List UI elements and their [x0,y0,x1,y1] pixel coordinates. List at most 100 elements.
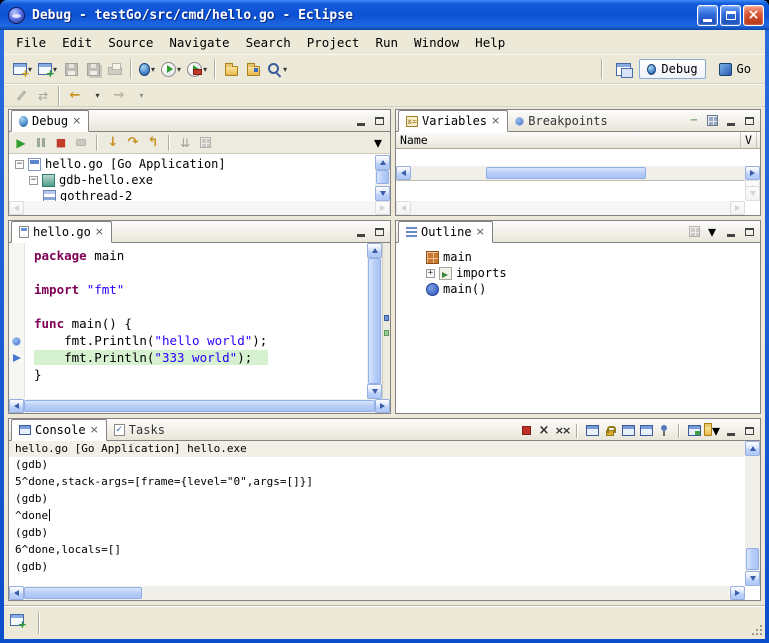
overview-ruler[interactable] [382,243,390,399]
print-button[interactable] [104,57,126,81]
tree-row[interactable]: +imports [422,265,759,281]
drop-to-frame-button[interactable]: ⇊ [176,135,194,150]
link-with-editor-button[interactable]: ⇄ [32,84,54,108]
show-console-stderr-button[interactable] [638,423,654,438]
menu-navigate[interactable]: Navigate [161,32,237,53]
ruler-line[interactable] [9,316,24,333]
search-button[interactable]: ▾ [264,57,290,81]
ruler-line[interactable] [9,350,24,367]
ruler-line[interactable] [9,282,24,299]
ruler-line[interactable] [9,248,24,265]
tab-console[interactable]: Console × [11,419,107,441]
window-close-button[interactable]: × [743,5,764,26]
maximize-view-button[interactable] [371,113,388,128]
code-line[interactable]: fmt.Println("333 world"); [34,350,367,367]
tree-row[interactable]: gothread-2 [11,188,374,201]
code-line[interactable] [34,265,367,282]
menu-file[interactable]: File [8,32,54,53]
debug-view-menu-button[interactable]: ▾ [369,135,387,150]
column-value[interactable]: V [741,132,757,148]
tree-row[interactable]: main() [422,281,759,297]
editor-ruler[interactable] [9,243,25,399]
maximize-view-button[interactable] [371,224,388,239]
save-all-button[interactable] [82,57,104,81]
fast-view-button[interactable]: + [10,614,24,626]
ruler-line[interactable] [9,265,24,282]
forward-history-chevron[interactable]: ▾ [130,84,152,108]
step-into-button[interactable]: ↓ [104,135,122,150]
editor-horizontal-scrollbar[interactable] [9,399,390,413]
terminate-button[interactable]: ■ [52,135,70,150]
column-name[interactable]: Name [396,132,741,148]
window-minimize-button[interactable] [697,5,718,26]
debug-launch-button[interactable]: ▾ [136,57,158,81]
tree-expander-icon[interactable]: + [426,269,435,278]
console-vertical-scrollbar[interactable] [745,441,760,586]
back-button[interactable]: ← [64,84,86,108]
scroll-up-button[interactable] [367,243,382,258]
last-edit-location-button[interactable] [10,84,32,108]
ruler-line[interactable] [9,367,24,384]
menu-run[interactable]: Run [367,32,406,53]
scrollbar-thumb[interactable] [24,587,142,599]
minimize-view-button[interactable] [722,423,739,438]
new-wizard-button[interactable]: +▾ [10,57,35,81]
detail-horizontal-scrollbar[interactable] [396,201,745,215]
scroll-right-button[interactable] [375,399,390,413]
step-over-button[interactable]: ↷ [124,135,142,150]
menu-search[interactable]: Search [238,32,299,53]
sort-button[interactable] [686,224,702,239]
outline-view-menu-button[interactable]: ▾ [704,224,720,239]
debug-vertical-scrollbar[interactable] [375,155,390,201]
code-line[interactable]: fmt.Println("hello world"); [34,333,367,350]
console-horizontal-scrollbar[interactable] [9,586,745,600]
minimize-view-button[interactable] [352,224,369,239]
tree-row[interactable]: −gdb-hello.exe [11,172,374,188]
display-selected-console-button[interactable] [686,423,702,438]
suspend-button[interactable] [32,135,50,150]
resize-grip[interactable] [750,623,764,637]
scrollbar-thumb[interactable] [746,548,759,570]
scroll-down-button[interactable] [745,186,760,201]
scrollbar-thumb[interactable] [486,167,646,179]
close-icon[interactable]: × [95,227,104,237]
new-go-element-button[interactable]: +▾ [35,57,60,81]
scrollbar-thumb[interactable] [24,400,375,412]
scroll-left-button[interactable] [9,201,24,215]
titlebar[interactable]: Debug - testGo/src/cmd/hello.go - Eclips… [0,0,769,30]
scroll-left-button[interactable] [396,201,411,215]
overview-breakpoint-mark[interactable] [384,315,389,321]
tree-row[interactable]: −hello.go [Go Application] [11,156,374,172]
disconnect-button[interactable] [72,135,90,150]
tab-debug[interactable]: Debug × [11,110,89,132]
show-console-stdout-button[interactable] [620,423,636,438]
scroll-down-button[interactable] [367,384,382,399]
menu-project[interactable]: Project [299,32,368,53]
open-resource-button[interactable] [242,57,264,81]
variables-detail-pane[interactable] [396,180,745,201]
scroll-up-button[interactable] [745,441,760,456]
tab-breakpoints[interactable]: Breakpoints [508,111,614,131]
menu-edit[interactable]: Edit [54,32,100,53]
remove-launch-button[interactable]: × [536,423,552,438]
minimize-view-button[interactable] [722,113,739,128]
scroll-left-button[interactable] [9,399,24,413]
tree-expander-icon[interactable]: − [15,160,24,169]
close-icon[interactable]: × [491,116,500,126]
debug-horizontal-scrollbar[interactable] [9,201,390,215]
code-lines[interactable]: package main import "fmt" func main() { … [26,243,367,399]
open-type-button[interactable] [220,57,242,81]
forward-button[interactable]: → [108,84,130,108]
scroll-right-button[interactable] [730,586,745,600]
scroll-down-button[interactable] [745,571,760,586]
tree-row[interactable]: main [422,249,759,265]
tab-variables[interactable]: x= Variables × [398,110,508,132]
ruler-line[interactable] [9,333,24,350]
tree-expander-icon[interactable]: − [29,176,38,185]
close-icon[interactable]: × [72,116,81,126]
scroll-left-button[interactable] [396,166,411,180]
code-line[interactable] [34,299,367,316]
variables-horizontal-scrollbar[interactable] [396,166,760,180]
code-line[interactable]: package main [34,248,367,265]
collapse-all-button[interactable]: − [686,113,702,128]
